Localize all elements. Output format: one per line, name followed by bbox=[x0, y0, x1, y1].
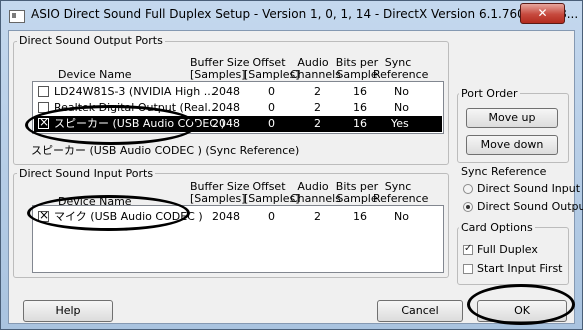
full-duplex-label[interactable]: Full Duplex bbox=[477, 243, 538, 256]
sync-output-radio[interactable] bbox=[463, 202, 473, 212]
cancel-button[interactable]: Cancel bbox=[377, 300, 463, 322]
audio-channels-header: Audio Channels bbox=[290, 56, 341, 81]
input-ports-label: Direct Sound Input Ports bbox=[17, 167, 156, 180]
bits: 16 bbox=[353, 101, 367, 114]
channels: 2 bbox=[314, 101, 321, 114]
sync: No bbox=[394, 101, 409, 114]
offset: 0 bbox=[268, 210, 275, 223]
highlight-oval-ok bbox=[467, 284, 575, 325]
device-name: LD24W81S-3 (NVIDIA High ... bbox=[54, 85, 215, 98]
bits: 16 bbox=[353, 85, 367, 98]
offset: 0 bbox=[268, 101, 275, 114]
sync-input-label[interactable]: Direct Sound Input bbox=[477, 182, 580, 195]
sync-reference-status: スピーカー (USB Audio CODEC ) (Sync Reference… bbox=[31, 144, 300, 157]
offset-header: Offset [Samples] bbox=[244, 56, 300, 81]
port-checkbox[interactable] bbox=[38, 86, 49, 97]
dialog-body: Direct Sound Output Ports Device Name Bu… bbox=[8, 30, 583, 325]
card-options-label: Card Options bbox=[459, 221, 535, 234]
full-duplex-checkbox[interactable] bbox=[463, 243, 473, 255]
sync-output-label[interactable]: Direct Sound Output bbox=[477, 200, 583, 213]
channels: 2 bbox=[314, 85, 321, 98]
buffer-size: 2048 bbox=[212, 101, 240, 114]
buffer-size: 2048 bbox=[212, 117, 240, 130]
bits: 16 bbox=[353, 117, 367, 130]
title-bar[interactable]: ASIO Direct Sound Full Duplex Setup - Ve… bbox=[1, 1, 582, 29]
offset: 0 bbox=[268, 117, 275, 130]
bits: 16 bbox=[353, 210, 367, 223]
buffer-size-header: Buffer Size [Samples] bbox=[190, 180, 250, 205]
buffer-size-header: Buffer Size [Samples] bbox=[190, 56, 250, 81]
output-ports-label: Direct Sound Output Ports bbox=[17, 34, 165, 47]
move-up-button[interactable]: Move up bbox=[466, 108, 558, 128]
highlight-oval-input bbox=[27, 195, 190, 231]
channels: 2 bbox=[314, 210, 321, 223]
help-button[interactable]: Help bbox=[23, 300, 113, 322]
card-options-group bbox=[457, 227, 569, 285]
start-input-first-label[interactable]: Start Input First bbox=[477, 262, 563, 275]
app-icon[interactable] bbox=[9, 10, 25, 23]
highlight-oval-output bbox=[25, 105, 197, 145]
sync-reference-label: Sync Reference bbox=[459, 165, 549, 178]
audio-channels-header: Audio Channels bbox=[290, 180, 341, 205]
close-button[interactable]: ✕ bbox=[520, 3, 565, 24]
buffer-size: 2048 bbox=[212, 210, 240, 223]
move-down-button[interactable]: Move down bbox=[466, 135, 558, 155]
dialog-window: ASIO Direct Sound Full Duplex Setup - Ve… bbox=[0, 0, 583, 330]
channels: 2 bbox=[314, 117, 321, 130]
sync-reference-header: Sync Reference bbox=[373, 56, 429, 81]
offset-header: Offset [Samples] bbox=[244, 180, 300, 205]
sync: Yes bbox=[391, 117, 409, 130]
device-name-header: Device Name bbox=[58, 68, 132, 81]
sync: No bbox=[394, 85, 409, 98]
list-item[interactable]: LD24W81S-3 (NVIDIA High ... 2048 0 2 16 … bbox=[34, 84, 442, 100]
offset: 0 bbox=[268, 85, 275, 98]
sync: No bbox=[394, 210, 409, 223]
start-input-first-checkbox[interactable] bbox=[463, 264, 473, 274]
port-order-label: Port Order bbox=[459, 87, 520, 100]
sync-input-radio[interactable] bbox=[463, 184, 473, 194]
sync-reference-header: Sync Reference bbox=[373, 180, 429, 205]
buffer-size: 2048 bbox=[212, 85, 240, 98]
window-title: ASIO Direct Sound Full Duplex Setup - Ve… bbox=[31, 7, 579, 21]
